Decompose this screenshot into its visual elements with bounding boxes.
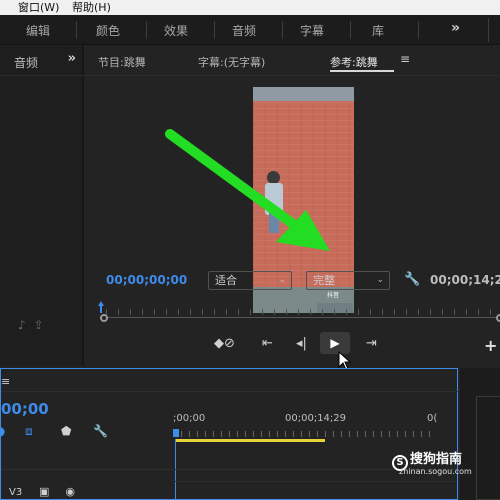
linked-selection-icon[interactable]: ⧈ (25, 424, 33, 439)
work-area-bar[interactable] (175, 439, 325, 442)
menu-help[interactable]: 帮助(H) (72, 0, 111, 15)
workspace-tab-effects[interactable]: 效果 (164, 22, 188, 39)
zoom-scrollbar[interactable] (104, 317, 500, 318)
panel-divider (0, 75, 84, 76)
audio-panel-title[interactable]: 音频 (14, 54, 38, 71)
ruler-label-mid: 00;00;14;29 (285, 413, 347, 424)
program-monitor: 节目:跳舞 字幕:(无字幕) 参考:跳舞 ≡ 抖音 00;00;00;00 适合… (86, 46, 500, 371)
workspace-tab-captions[interactable]: 字幕 (300, 22, 324, 39)
menu-bar: 窗口(W) 帮助(H) (0, 0, 500, 15)
ruler-label-end: 0( (427, 413, 438, 424)
zoom-handle-left[interactable] (100, 314, 108, 322)
fit-dropdown[interactable]: 适合 ⌄ (208, 271, 292, 290)
play-icon: ▶ (330, 336, 340, 350)
quality-dropdown-value: 完整 (313, 274, 335, 287)
playhead-line (100, 305, 102, 313)
timeline-settings-icon[interactable]: 🔧 (93, 424, 108, 438)
snap-icon[interactable]: ◗ (0, 424, 5, 438)
workspace-bar: 编辑 颜色 效果 音频 字幕 库 » (0, 15, 500, 45)
ruler-label-start: ;00;00 (173, 413, 206, 424)
workspace-tab-edit[interactable]: 编辑 (26, 22, 50, 39)
zoom-handle-right[interactable] (496, 314, 500, 322)
track-label-v3[interactable]: V3 (9, 487, 22, 498)
menu-window[interactable]: 窗口(W) (18, 0, 59, 15)
timeline-playhead-icon[interactable] (173, 429, 179, 437)
green-arrow-annotation (165, 129, 330, 251)
panel-expand-icon[interactable]: » (68, 51, 76, 66)
step-back-icon[interactable]: ◂| (296, 336, 307, 351)
workspace-tab-color[interactable]: 颜色 (96, 22, 120, 39)
workspace-tab-libraries[interactable]: 库 (372, 22, 384, 39)
workspace-separator (282, 21, 283, 39)
eye-icon[interactable]: ◉ (65, 485, 91, 498)
toggle-sync-icon[interactable]: ▣ (39, 485, 65, 498)
solo-icon[interactable]: ♪ (18, 318, 34, 332)
current-timecode[interactable]: 00;00;00;00 (106, 273, 187, 287)
sogou-watermark: S 搜狗指南 zhinan.sogou.com (392, 448, 500, 492)
go-to-in-icon[interactable]: ⇤ (262, 336, 273, 351)
go-to-out-icon[interactable]: ⇥ (366, 336, 377, 351)
workspace-separator (350, 21, 351, 39)
wrench-icon[interactable]: 🔧 (404, 272, 420, 287)
track-divider (1, 469, 459, 470)
watermark-url: zhinan.sogou.com (399, 467, 472, 476)
timeline-timecode[interactable]: 00;00 (1, 400, 49, 418)
fit-dropdown-value: 适合 (215, 274, 237, 287)
workspace-separator (76, 21, 77, 39)
chevron-down-icon: ⌄ (376, 275, 384, 285)
export-icon[interactable]: ⇪ (34, 318, 52, 332)
workspace-separator (418, 21, 419, 39)
timeline-ruler[interactable] (173, 431, 433, 437)
workspace-separator (214, 21, 215, 39)
workspace-tab-audio[interactable]: 音频 (232, 22, 256, 39)
quality-dropdown[interactable]: 完整 ⌄ (306, 271, 390, 290)
workspace-separator (146, 21, 147, 39)
audio-meter-panel: 音频 » ♪⇪ (0, 46, 84, 366)
track-controls: ▣◉ (39, 485, 91, 498)
panel-divider (1, 391, 459, 392)
add-button-icon[interactable]: + (484, 336, 497, 355)
duration-timecode[interactable]: 00;00;14;29 (430, 273, 500, 287)
timeline-panel: ≡ 00;00 ◗ ⧈ ⬟ 🔧 ;00;00 00;00;14;29 0( V3… (0, 368, 459, 500)
audio-panel-footer-icons: ♪⇪ (18, 318, 52, 332)
workspace-divider (488, 18, 500, 42)
chevron-down-icon: ⌄ (278, 275, 286, 285)
watermark-brand-text: 搜狗指南 (410, 452, 463, 467)
marker-icon[interactable]: ◆⊘ (214, 336, 235, 351)
timeline-menu-icon[interactable]: ≡ (1, 375, 10, 388)
add-marker-icon[interactable]: ⬟ (61, 424, 71, 438)
monitor-ruler[interactable] (106, 309, 500, 315)
workspace-more-icon[interactable]: » (451, 20, 460, 36)
